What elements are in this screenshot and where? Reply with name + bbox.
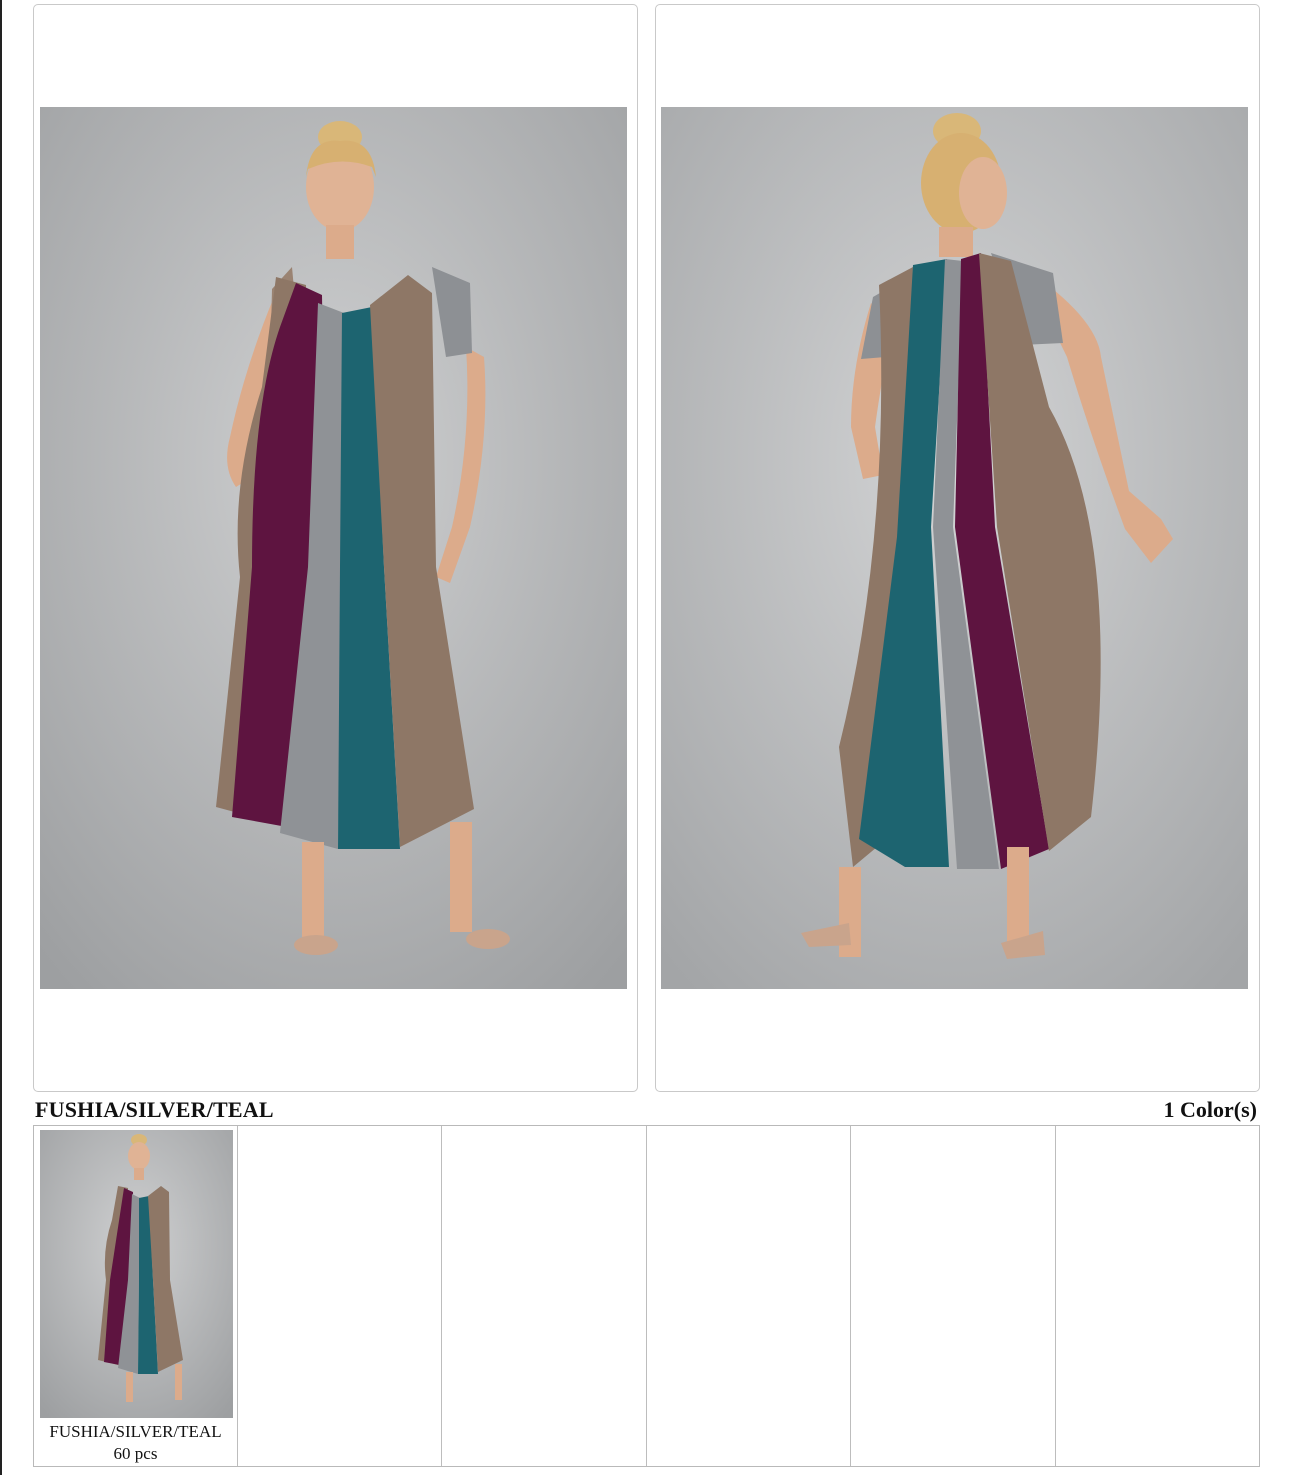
swatch-cell-empty — [1056, 1126, 1259, 1466]
color-swatch-grid: FUSHIA/SILVER/TEAL 60 pcs — [33, 1125, 1260, 1467]
swatch-cell-empty — [238, 1126, 443, 1466]
swatch-cell-empty — [851, 1126, 1056, 1466]
swatch-cell-empty — [442, 1126, 647, 1466]
product-image-front-card[interactable] — [33, 4, 638, 1092]
swatch-cell-empty — [647, 1126, 852, 1466]
swatch-color-name: FUSHIA/SILVER/TEAL — [49, 1422, 222, 1441]
swatch-cell[interactable]: FUSHIA/SILVER/TEAL 60 pcs — [34, 1126, 238, 1466]
left-border — [0, 0, 2, 1475]
swatch-quantity: 60 pcs — [113, 1444, 158, 1463]
product-photo-front[interactable] — [40, 107, 627, 989]
color-name-heading: FUSHIA/SILVER/TEAL — [35, 1097, 274, 1122]
swatch-thumbnail[interactable] — [40, 1130, 233, 1418]
color-count-label: 1 Color(s) — [1163, 1097, 1257, 1122]
product-photo-back[interactable] — [661, 107, 1248, 989]
product-image-back-card[interactable] — [655, 4, 1260, 1092]
color-heading-row: FUSHIA/SILVER/TEAL 1 Color(s) — [35, 1093, 1257, 1123]
